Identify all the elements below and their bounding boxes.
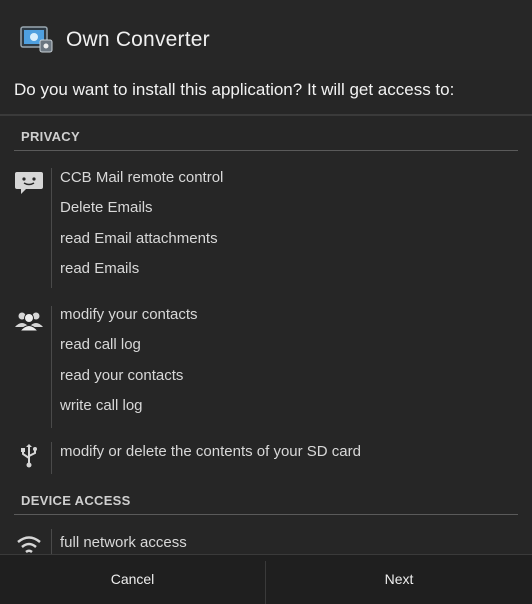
app-icon — [20, 26, 53, 53]
group-divider — [51, 168, 52, 288]
permission-item: read Emails — [60, 260, 140, 277]
app-title: Own Converter — [66, 28, 210, 51]
next-button[interactable]: Next — [266, 555, 532, 604]
section-header-privacy: PRIVACY — [21, 129, 80, 144]
section-rule — [14, 514, 518, 515]
permission-item: full network access — [60, 534, 187, 551]
section-rule — [14, 150, 518, 151]
permission-item: read your contacts — [60, 367, 184, 384]
permission-item: read Email attachments — [60, 230, 218, 247]
permission-item: modify or delete the contents of your SD… — [60, 443, 361, 460]
group-divider — [51, 442, 52, 474]
contacts-icon — [15, 312, 43, 332]
dialog-titlebar: Own Converter Do you want to install thi… — [0, 0, 532, 99]
dialog-button-bar: Cancel Next — [0, 554, 532, 604]
cancel-button[interactable]: Cancel — [0, 555, 265, 604]
usb-icon — [21, 444, 37, 468]
permission-item: CCB Mail remote control — [60, 169, 224, 186]
wifi-icon — [17, 536, 41, 554]
section-header-device-access: DEVICE ACCESS — [21, 493, 131, 508]
permission-item: write call log — [60, 397, 143, 414]
group-divider — [51, 529, 52, 554]
install-question: Do you want to install this application?… — [14, 80, 455, 99]
email-icon — [15, 172, 43, 194]
permission-item: Delete Emails — [60, 199, 153, 216]
group-divider — [51, 306, 52, 428]
permission-item: read call log — [60, 336, 141, 353]
permission-item: modify your contacts — [60, 306, 198, 323]
permissions-scroll-area[interactable]: PRIVACY CCB Mail remote control Delete E… — [0, 116, 532, 554]
